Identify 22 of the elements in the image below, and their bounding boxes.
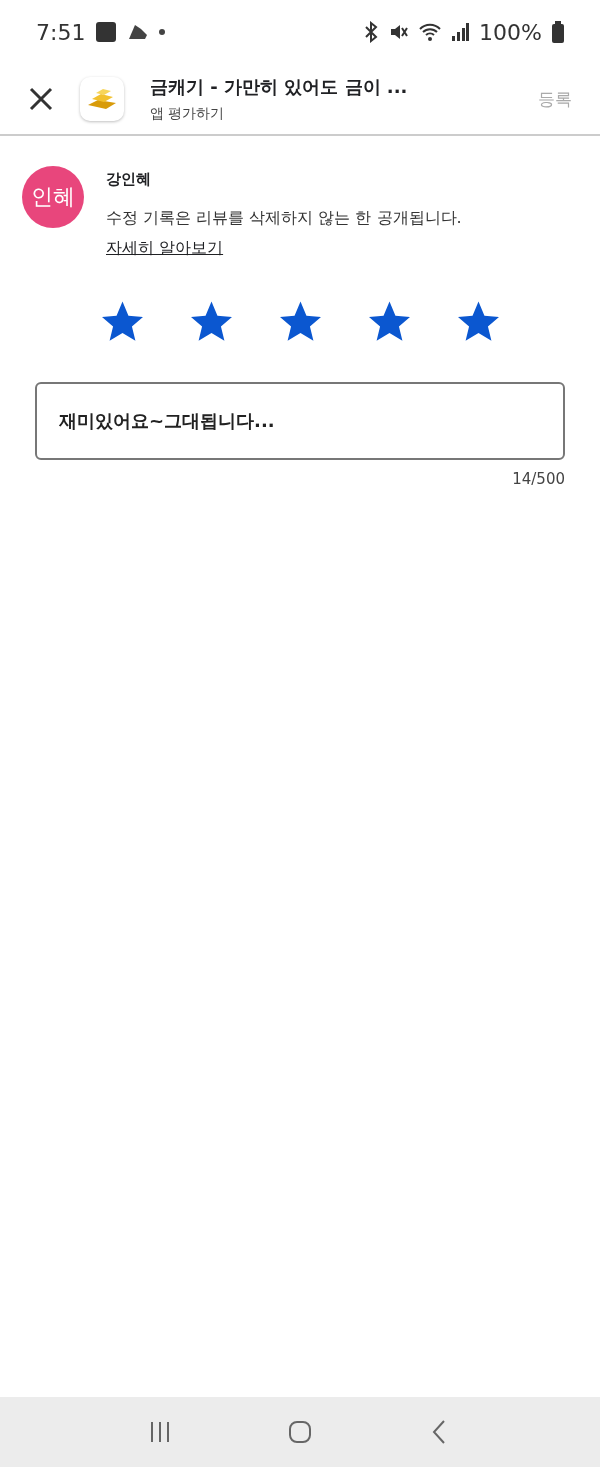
wifi-icon bbox=[419, 22, 442, 42]
learn-more-link[interactable]: 자세히 알아보기 bbox=[106, 238, 224, 257]
battery-level: 100% bbox=[479, 19, 542, 45]
star-icon[interactable] bbox=[101, 301, 143, 342]
home-icon[interactable] bbox=[286, 1418, 314, 1446]
bluetooth-icon bbox=[363, 21, 380, 43]
star-icon[interactable] bbox=[368, 301, 410, 342]
page-subtitle: 앱 평가하기 bbox=[150, 105, 226, 123]
author-name: 강인혜 bbox=[106, 170, 152, 189]
review-input-field[interactable]: 재미있어요~그대됩니다... bbox=[35, 382, 565, 460]
status-time: 7:51 bbox=[36, 19, 86, 45]
dot-icon bbox=[159, 29, 166, 35]
signal-icon bbox=[451, 22, 470, 42]
character-counter: 14/500 bbox=[512, 470, 565, 488]
star-icon[interactable] bbox=[190, 301, 232, 342]
app-title: 금캐기 - 가만히 있어도 금이 ... bbox=[150, 75, 409, 99]
battery-icon bbox=[552, 21, 564, 43]
star-icon[interactable] bbox=[279, 301, 321, 342]
avatar: 인혜 bbox=[22, 166, 84, 228]
star-icon[interactable] bbox=[457, 301, 499, 342]
notice-text: 수정 기록은 리뷰를 삭제하지 않는 한 공개됩니다. 자세히 알아보기 bbox=[106, 207, 463, 259]
mute-icon bbox=[389, 22, 410, 42]
